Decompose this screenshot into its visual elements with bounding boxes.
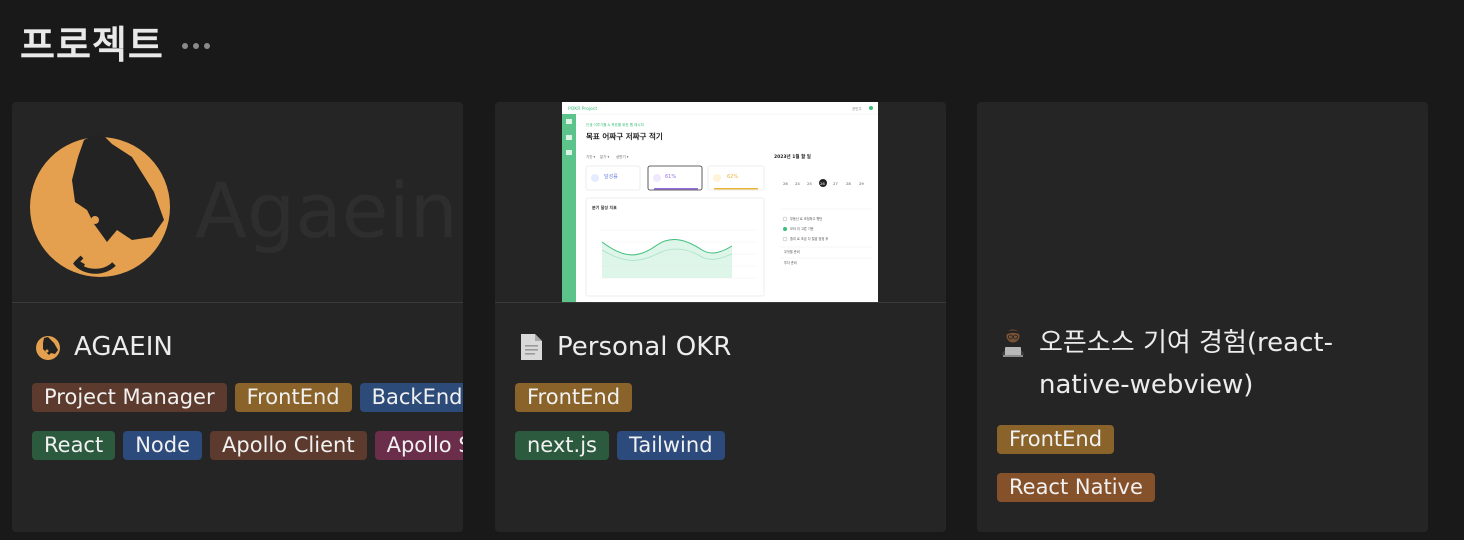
svg-text:부동산 로 조정하고 했던: 부동산 로 조정하고 했던	[790, 216, 822, 221]
card-title: Personal OKR	[557, 332, 732, 362]
more-dot-icon	[192, 42, 199, 49]
svg-text:25: 25	[807, 181, 812, 186]
page-title: 프로젝트	[20, 23, 164, 67]
tag-frontend[interactable]: FrontEnd	[234, 383, 352, 412]
card-title-row: AGAEIN	[32, 326, 443, 368]
more-dot-icon	[203, 42, 210, 49]
svg-text:26: 26	[783, 181, 788, 186]
okr-dashboard-thumbnail: POKR Project 권민주 인생 이루기를 & 목표를 위한 웹 레시피 …	[562, 102, 878, 302]
tag-tailwind[interactable]: Tailwind	[616, 431, 725, 460]
svg-text:목표 어짜구 저짜구 적기: 목표 어짜구 저짜구 적기	[586, 131, 663, 141]
svg-text:달성률: 달성률	[604, 173, 618, 180]
card-title-row: Personal OKR	[515, 326, 926, 368]
card-title: AGAEIN	[74, 332, 173, 362]
card-cover: POKR Project 권민주 인생 이루기를 & 목표를 위한 웹 레시피 …	[495, 102, 946, 302]
role-tags: Project Manager FrontEnd BackEnd	[32, 383, 463, 412]
tech-tags: React Node Apollo Client Apollo Server	[32, 431, 463, 460]
more-options-button[interactable]	[181, 35, 210, 49]
svg-text:26: 26	[820, 181, 825, 186]
tag-frontend[interactable]: FrontEnd	[515, 383, 633, 412]
tag-project-manager[interactable]: Project Manager	[32, 383, 227, 412]
document-icon	[521, 334, 542, 360]
svg-text:상반기 ▾: 상반기 ▾	[616, 154, 629, 159]
tag-frontend[interactable]: FrontEnd	[997, 425, 1115, 454]
card-divider	[495, 302, 946, 303]
svg-text:62%: 62%	[727, 174, 738, 180]
okr-screenshot: POKR Project 권민주 인생 이루기를 & 목표를 위한 웹 레시피 …	[562, 102, 878, 302]
gallery-card-personal-okr[interactable]: POKR Project 권민주 인생 이루기를 & 목표를 위한 웹 레시피 …	[495, 102, 946, 532]
svg-text:모아 리 고른 기준: 모아 리 고른 기준	[790, 226, 814, 231]
tech-tags: next.js Tailwind	[515, 431, 725, 460]
svg-text:기간 ▾: 기간 ▾	[586, 154, 596, 159]
tag-nextjs[interactable]: next.js	[515, 431, 609, 460]
svg-text:분기 달성 지표: 분기 달성 지표	[592, 204, 617, 210]
svg-text:무엇을 준비: 무엇을 준비	[784, 249, 800, 254]
card-title: 오픈소스 기여 경험(react-native-webview)	[1039, 328, 1333, 400]
agaein-icon	[36, 336, 60, 360]
svg-text:29: 29	[859, 181, 864, 186]
svg-text:28: 28	[846, 181, 851, 186]
tag-apollo-client[interactable]: Apollo Client	[210, 431, 367, 460]
svg-text:투자 준비: 투자 준비	[784, 260, 797, 265]
gallery-card-opensource[interactable]: 오픈소스 기여 경험(react-native-webview) FrontEn…	[977, 102, 1428, 532]
technologist-icon	[1002, 329, 1024, 357]
svg-text:27: 27	[833, 181, 838, 186]
card-title-row: 오픈소스 기여 경험(react-native-webview)	[997, 322, 1408, 406]
tag-react-native[interactable]: React Native	[997, 473, 1155, 502]
svg-text:61%: 61%	[665, 174, 676, 180]
svg-text:24: 24	[795, 181, 800, 186]
svg-text:분기 ▾: 분기 ▾	[600, 154, 610, 159]
tag-react[interactable]: React	[32, 431, 116, 460]
page-header: 프로젝트	[20, 14, 210, 69]
tag-backend[interactable]: BackEnd	[359, 383, 463, 412]
role-tags: FrontEnd	[515, 383, 633, 412]
svg-text:2023년 1월 할 일: 2023년 1월 할 일	[774, 153, 811, 160]
agaein-logo: Agaein	[30, 132, 458, 277]
card-cover: Agaein	[12, 102, 463, 302]
card-divider	[12, 302, 463, 303]
role-tags: FrontEnd	[997, 425, 1115, 454]
svg-text:인생 이루기를 & 목표를 위한 웹 레시피: 인생 이루기를 & 목표를 위한 웹 레시피	[586, 122, 644, 127]
tag-node[interactable]: Node	[123, 431, 203, 460]
svg-text:줄여 로 조금 다 털밥 정정 후: 줄여 로 조금 다 털밥 정정 후	[790, 236, 828, 241]
more-dot-icon	[181, 42, 188, 49]
cover-text: Agaein	[195, 166, 458, 255]
gallery-card-agaein[interactable]: Agaein AGAEIN Project Manager FrontEnd B…	[12, 102, 463, 532]
svg-text:POKR Project: POKR Project	[568, 106, 597, 112]
tech-tags: React Native	[997, 473, 1155, 502]
tag-apollo-server[interactable]: Apollo Server	[374, 431, 463, 460]
svg-text:권민주: 권민주	[852, 106, 862, 111]
